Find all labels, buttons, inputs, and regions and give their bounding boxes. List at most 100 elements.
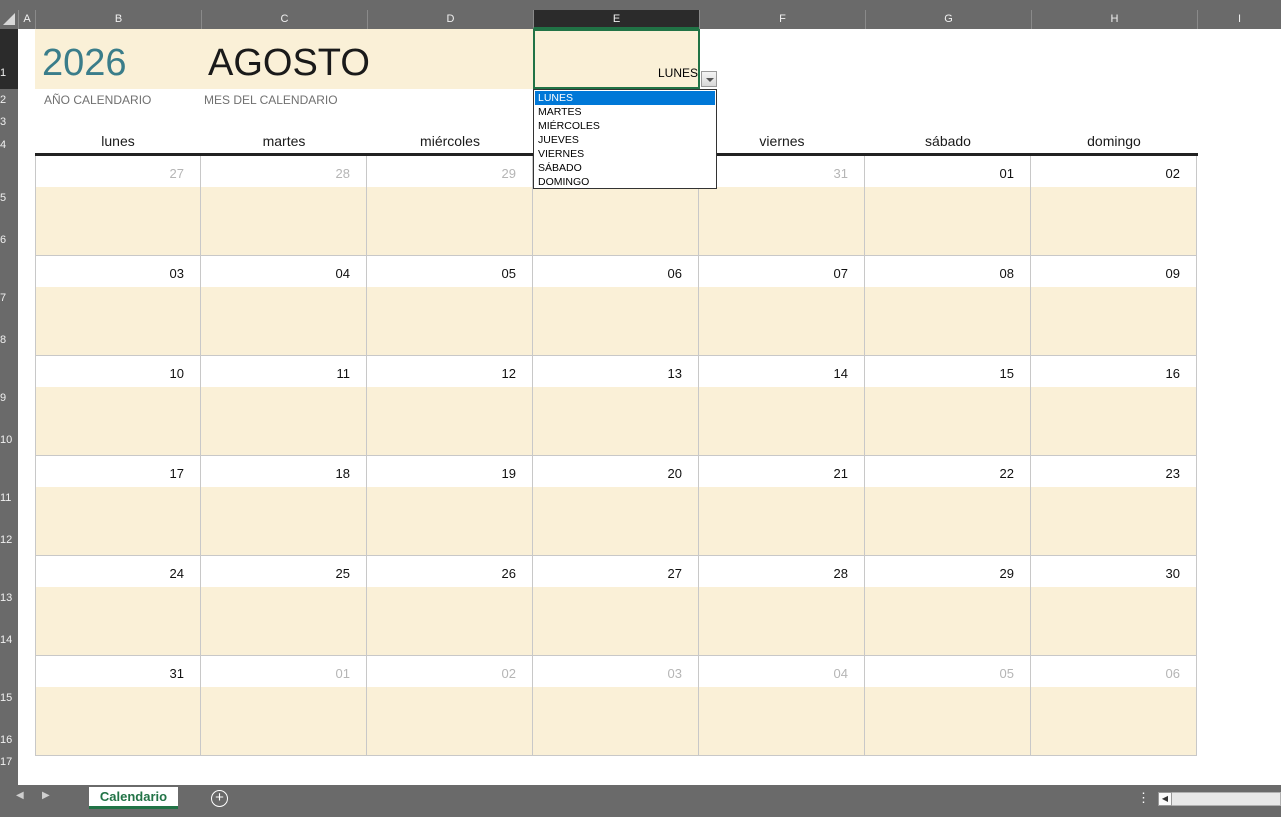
calendar-day-cell[interactable]: 30 [1031,556,1197,656]
day-notes-area[interactable] [699,387,864,455]
day-notes-area[interactable] [699,187,864,255]
scroll-tabs-right-icon[interactable]: ▶ [42,790,50,801]
calendar-year[interactable]: 2026 [42,42,127,85]
day-notes-area[interactable] [201,687,366,755]
day-notes-area[interactable] [36,687,200,755]
select-all-corner[interactable] [0,10,18,29]
day-notes-area[interactable] [367,387,532,455]
dropdown-option[interactable]: MIÉRCOLES [535,119,715,133]
calendar-day-cell[interactable]: 24 [35,556,201,656]
day-notes-area[interactable] [699,587,864,655]
more-options-icon[interactable]: ⋮ [1137,790,1150,806]
calendar-day-cell[interactable]: 02 [1031,156,1197,256]
calendar-day-cell[interactable]: 27 [533,556,699,656]
calendar-day-cell[interactable]: 12 [367,356,533,456]
column-header-a[interactable]: A [18,10,35,29]
day-notes-area[interactable] [533,387,698,455]
calendar-day-cell[interactable]: 28 [699,556,865,656]
day-notes-area[interactable] [865,187,1030,255]
row-header-15[interactable]: 15 [0,656,18,724]
day-notes-area[interactable] [1031,387,1196,455]
calendar-day-cell[interactable]: 29 [865,556,1031,656]
row-header-2[interactable]: 2 [0,89,18,111]
row-header-9[interactable]: 9 [0,356,18,424]
row-header-12[interactable]: 12 [0,524,18,556]
day-notes-area[interactable] [36,487,200,555]
row-header-13[interactable]: 13 [0,556,18,624]
calendar-day-cell[interactable]: 04 [201,256,367,356]
calendar-day-cell[interactable]: 05 [865,656,1031,756]
day-notes-area[interactable] [36,387,200,455]
calendar-month[interactable]: AGOSTO [208,42,370,85]
calendar-day-cell[interactable]: 10 [35,356,201,456]
day-notes-area[interactable] [201,587,366,655]
day-notes-area[interactable] [699,287,864,355]
calendar-day-cell[interactable]: 11 [201,356,367,456]
calendar-day-cell[interactable]: 29 [367,156,533,256]
column-header-d[interactable]: D [367,10,533,29]
row-header-8[interactable]: 8 [0,324,18,356]
column-header-f[interactable]: F [699,10,865,29]
calendar-day-cell[interactable]: 14 [699,356,865,456]
sheet-tab-calendario[interactable]: Calendario [89,787,178,809]
day-notes-area[interactable] [1031,687,1196,755]
dropdown-option[interactable]: VIERNES [535,147,715,161]
row-header-10[interactable]: 10 [0,424,18,456]
calendar-day-cell[interactable]: 18 [201,456,367,556]
row-header-7[interactable]: 7 [0,256,18,324]
day-notes-area[interactable] [367,487,532,555]
calendar-day-cell[interactable]: 31 [699,156,865,256]
horizontal-scrollbar[interactable] [1158,792,1281,806]
day-notes-area[interactable] [201,287,366,355]
calendar-day-cell[interactable]: 17 [35,456,201,556]
row-header-1[interactable]: 1 [0,29,18,89]
day-notes-area[interactable] [36,287,200,355]
column-header-b[interactable]: B [35,10,201,29]
day-notes-area[interactable] [201,187,366,255]
day-notes-area[interactable] [533,487,698,555]
row-header-14[interactable]: 14 [0,624,18,656]
column-header-g[interactable]: G [865,10,1031,29]
day-notes-area[interactable] [1031,187,1196,255]
day-notes-area[interactable] [367,287,532,355]
calendar-day-cell[interactable]: 21 [699,456,865,556]
row-header-6[interactable]: 6 [0,224,18,256]
dropdown-option[interactable]: SÁBADO [535,161,715,175]
column-header-c[interactable]: C [201,10,367,29]
calendar-day-cell[interactable]: 22 [865,456,1031,556]
day-notes-area[interactable] [1031,487,1196,555]
column-header-i[interactable]: I [1197,10,1281,29]
calendar-day-cell[interactable]: 06 [533,256,699,356]
dropdown-option[interactable]: MARTES [535,105,715,119]
day-notes-area[interactable] [367,187,532,255]
day-notes-area[interactable] [533,687,698,755]
dropdown-option[interactable]: LUNES [535,91,715,105]
column-header-e[interactable]: E [533,10,699,29]
calendar-day-cell[interactable]: 26 [367,556,533,656]
add-sheet-icon[interactable]: + [211,790,228,807]
day-notes-area[interactable] [1031,287,1196,355]
calendar-day-cell[interactable]: 28 [201,156,367,256]
day-notes-area[interactable] [533,287,698,355]
day-notes-area[interactable] [865,487,1030,555]
day-notes-area[interactable] [533,187,698,255]
calendar-day-cell[interactable]: 15 [865,356,1031,456]
calendar-day-cell[interactable]: 03 [533,656,699,756]
day-notes-area[interactable] [533,587,698,655]
day-notes-area[interactable] [367,587,532,655]
calendar-day-cell[interactable]: 31 [35,656,201,756]
calendar-day-cell[interactable]: 13 [533,356,699,456]
row-header-3[interactable]: 3 [0,111,18,133]
dropdown-option[interactable]: DOMINGO [535,175,715,189]
calendar-day-cell[interactable]: 06 [1031,656,1197,756]
column-header-h[interactable]: H [1031,10,1197,29]
day-notes-area[interactable] [699,487,864,555]
dropdown-option[interactable]: JUEVES [535,133,715,147]
day-notes-area[interactable] [1031,587,1196,655]
calendar-day-cell[interactable]: 19 [367,456,533,556]
day-notes-area[interactable] [865,587,1030,655]
calendar-day-cell[interactable]: 23 [1031,456,1197,556]
calendar-day-cell[interactable]: 01 [201,656,367,756]
start-day-dropdown-list[interactable]: LUNES MARTES MIÉRCOLES JUEVES VIERNES SÁBADO D… [533,89,717,189]
calendar-day-cell[interactable]: 05 [367,256,533,356]
